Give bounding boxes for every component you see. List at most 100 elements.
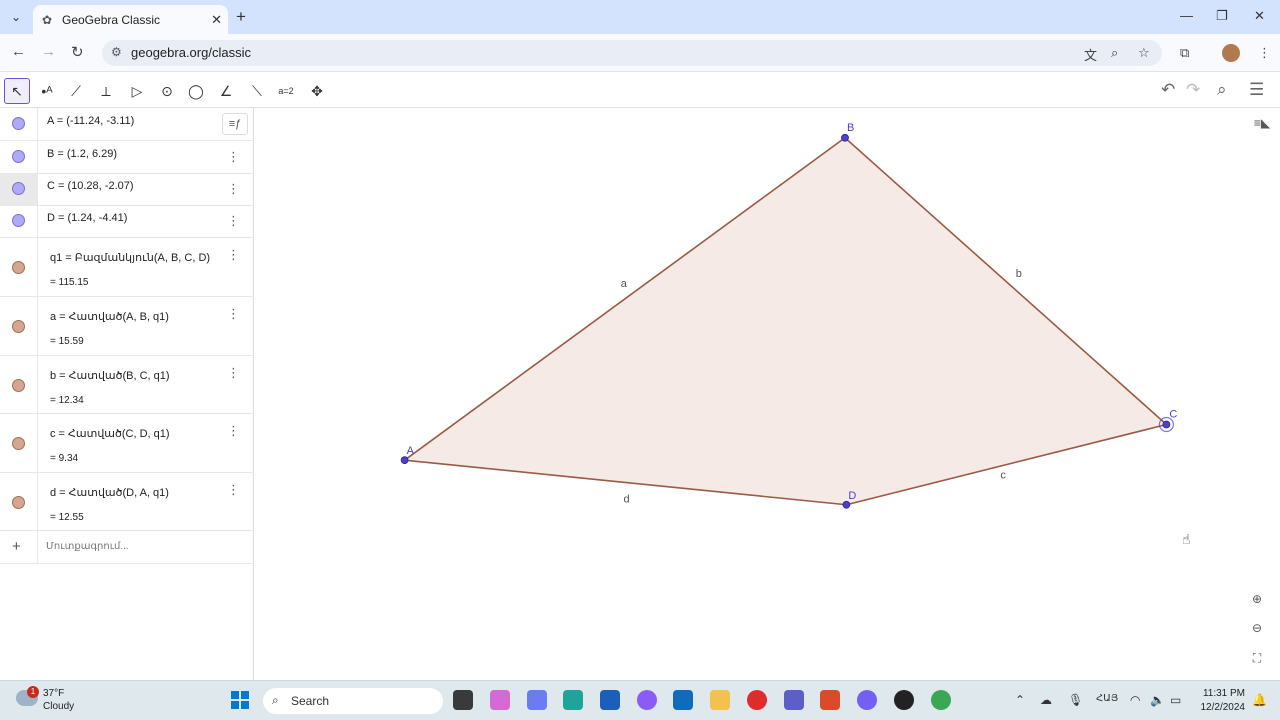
algebra-row-B[interactable]: B = (1.2, 6.29) ⋮ — [0, 141, 254, 174]
edge-icon[interactable] — [563, 690, 583, 710]
algebra-row-A[interactable]: A = (-11.24, -3.11) ≡ƒ — [0, 108, 254, 141]
close-window-icon[interactable]: ✕ — [1254, 8, 1265, 24]
redo-icon[interactable]: ↷ — [1186, 80, 1200, 100]
zoom-out-icon[interactable]: ⊖ — [1246, 617, 1268, 639]
search-icon[interactable]: ⌕ — [1217, 80, 1227, 100]
visibility-toggle[interactable] — [0, 297, 38, 355]
app-icon[interactable] — [637, 690, 657, 710]
algebra-row-a[interactable]: a = Հատված(A, B, q1) = 15.59 ⋮ — [0, 297, 254, 356]
outlook-icon[interactable] — [673, 690, 693, 710]
chrome-icon[interactable] — [931, 690, 951, 710]
more-options-icon[interactable]: ⋮ — [227, 181, 240, 197]
windows-start-icon[interactable] — [231, 691, 249, 709]
profile-avatar[interactable] — [1222, 44, 1240, 62]
notifications-bell-icon[interactable]: 🔔 — [1252, 693, 1267, 707]
cloud-sync-icon[interactable]: ☁ — [1040, 693, 1052, 707]
line-tool-icon[interactable]: ⟋ — [63, 78, 89, 104]
algebra-row-D[interactable]: D = (1.24, -4.41) ⋮ — [0, 206, 254, 238]
app-icon[interactable] — [527, 690, 547, 710]
show-hidden-icons-icon[interactable]: ⌃ — [1015, 693, 1025, 707]
point-A[interactable] — [400, 456, 409, 465]
perpendicular-line-tool-icon[interactable]: ⟂ — [93, 78, 119, 104]
visibility-toggle[interactable] — [0, 108, 38, 140]
weather-condition[interactable]: Cloudy — [43, 701, 74, 712]
polygon-q1[interactable] — [404, 137, 1167, 505]
angle-tool-icon[interactable]: ∠ — [213, 78, 239, 104]
close-tab-icon[interactable]: ✕ — [211, 12, 222, 28]
restore-icon[interactable]: ❐ — [1216, 8, 1228, 24]
algebra-input-placeholder[interactable]: Մուտքագրում... — [46, 541, 129, 552]
new-tab-icon[interactable]: + — [236, 7, 246, 27]
visibility-toggle[interactable] — [0, 141, 38, 173]
graphics-style-bar-icon[interactable]: ≡◣ — [1251, 112, 1273, 134]
visibility-toggle[interactable] — [0, 473, 38, 530]
conic-tool-icon[interactable]: ◯ — [183, 78, 209, 104]
algebra-row-d[interactable]: d = Հատված(D, A, q1) = 12.55 ⋮ — [0, 473, 254, 531]
taskbar-search[interactable]: ⌕ Search — [263, 688, 443, 714]
task-view-icon[interactable] — [453, 690, 473, 710]
copilot-icon[interactable] — [490, 690, 510, 710]
algebra-description-toggle-icon[interactable]: ≡ƒ — [222, 113, 248, 135]
taskbar-clock[interactable]: 11:31 PM 12/2/2024 — [1197, 688, 1246, 713]
office-icon[interactable] — [820, 690, 840, 710]
visibility-toggle[interactable] — [0, 356, 38, 413]
back-icon[interactable]: ← — [11, 43, 26, 60]
zoom-icon[interactable]: ⌕ — [1111, 45, 1118, 61]
visibility-toggle[interactable] — [0, 238, 38, 296]
browser-menu-icon[interactable]: ⋮ — [1258, 45, 1271, 61]
point-C[interactable] — [1162, 420, 1171, 429]
visibility-toggle[interactable] — [0, 174, 38, 205]
microphone-icon[interactable]: 🎙 — [1068, 693, 1083, 707]
teams-icon[interactable] — [784, 690, 804, 710]
point-B[interactable] — [841, 133, 849, 142]
more-options-icon[interactable]: ⋮ — [227, 213, 240, 229]
algebra-row-q1[interactable]: q1 = Բազմանկյուն(A, B, C, D) = 115.15 ⋮ — [0, 238, 254, 297]
fullscreen-icon[interactable]: ⛶ — [1246, 647, 1268, 669]
reflect-tool-icon[interactable]: ⟍ — [244, 78, 270, 104]
graphics-view[interactable]: a b c d A B C D ☝ ≡◣ ⊕ ⊖ ⛶ — [258, 108, 1280, 680]
move-tool-icon[interactable]: ↖ — [4, 78, 30, 104]
add-icon[interactable]: + — [12, 538, 21, 555]
url-omnibox[interactable]: ⚙ geogebra.org/classic — [102, 40, 1162, 66]
algebra-row-b[interactable]: b = Հատված(B, C, q1) = 12.34 ⋮ — [0, 356, 254, 414]
forward-icon[interactable]: → — [41, 43, 56, 60]
menu-icon[interactable]: ☰ — [1249, 80, 1264, 100]
store-icon[interactable] — [600, 690, 620, 710]
undo-icon[interactable]: ↶ — [1161, 80, 1175, 100]
graphics-canvas[interactable]: a b c d A B C D ☝ — [258, 108, 1280, 680]
bookmark-star-icon[interactable]: ☆ — [1138, 45, 1150, 61]
opera-icon[interactable] — [747, 690, 767, 710]
more-options-icon[interactable]: ⋮ — [227, 149, 240, 165]
zoom-in-icon[interactable]: ⊕ — [1246, 588, 1268, 610]
circle-tool-icon[interactable]: ⊙ — [154, 78, 180, 104]
translate-icon[interactable]: 文 — [1084, 45, 1097, 64]
extensions-icon[interactable]: ⧉ — [1180, 45, 1189, 61]
visibility-toggle[interactable] — [0, 414, 38, 472]
viber-icon[interactable] — [857, 690, 877, 710]
move-graphics-tool-icon[interactable]: ✥ — [304, 78, 330, 104]
algebra-row-c[interactable]: c = Հատված(C, D, q1) = 9.34 ⋮ — [0, 414, 254, 473]
weather-temperature[interactable]: 37°F — [43, 688, 64, 699]
site-info-icon[interactable]: ⚙ — [111, 45, 122, 59]
algebra-input-row[interactable]: + Մուտքագրում... — [0, 531, 254, 564]
polygon-tool-icon[interactable]: ▷ — [124, 78, 150, 104]
volume-icon[interactable]: 🔈 — [1150, 693, 1165, 707]
more-options-icon[interactable]: ⋮ — [227, 306, 240, 322]
battery-icon[interactable]: ▭ — [1170, 693, 1181, 707]
slider-tool-icon[interactable]: a=2 — [273, 78, 299, 104]
visibility-toggle[interactable] — [0, 206, 38, 237]
point-tool-icon[interactable]: •ᴬ — [34, 78, 60, 104]
browser-tab[interactable]: ✿ GeoGebra Classic ✕ — [33, 5, 228, 34]
algebra-row-C[interactable]: C = (10.28, -2.07) ⋮ — [0, 174, 254, 206]
tab-search-chevron-icon[interactable]: ⌄ — [6, 7, 26, 27]
point-D[interactable] — [842, 500, 851, 509]
minimize-icon[interactable]: — — [1180, 8, 1193, 23]
app-icon[interactable] — [894, 690, 914, 710]
more-options-icon[interactable]: ⋮ — [227, 247, 240, 263]
language-indicator[interactable]: ՀԱՅ — [1096, 693, 1118, 704]
file-explorer-icon[interactable] — [710, 690, 730, 710]
wifi-icon[interactable]: ◠ — [1130, 693, 1140, 707]
reload-icon[interactable]: ↻ — [71, 43, 84, 61]
more-options-icon[interactable]: ⋮ — [227, 365, 240, 381]
more-options-icon[interactable]: ⋮ — [227, 482, 240, 498]
